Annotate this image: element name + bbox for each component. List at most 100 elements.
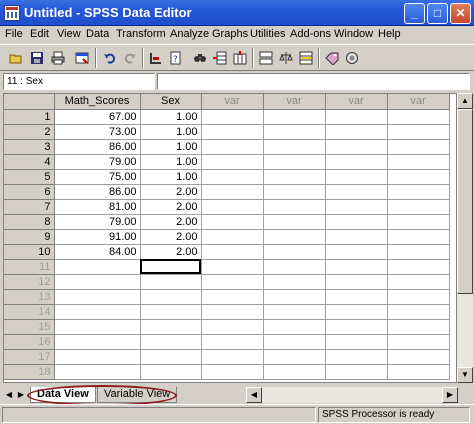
cell-empty[interactable]	[263, 139, 326, 155]
dialog-recall-button[interactable]	[72, 48, 92, 68]
cell-empty[interactable]	[263, 154, 326, 170]
goto-case-button[interactable]	[146, 48, 166, 68]
cell-empty[interactable]	[387, 274, 450, 290]
cell-math-scores[interactable]: 86.00	[54, 184, 141, 200]
column-header[interactable]: var	[201, 94, 264, 110]
cell-sex[interactable]: 1.00	[140, 154, 202, 170]
row-header[interactable]: 11	[4, 259, 55, 275]
cell-empty[interactable]	[387, 124, 450, 140]
cell-empty[interactable]	[325, 319, 388, 335]
row-header[interactable]: 16	[4, 334, 55, 350]
cell-empty[interactable]	[325, 304, 388, 320]
cell-empty[interactable]	[325, 109, 388, 125]
data-grid[interactable]: Math_Scores Sex var var var var 1 67.00 1.…	[3, 93, 457, 383]
cell-empty[interactable]	[201, 169, 264, 185]
cell-empty[interactable]	[201, 304, 264, 320]
column-header[interactable]: Sex	[140, 94, 202, 110]
cell-empty[interactable]	[201, 334, 264, 350]
cell-empty[interactable]	[201, 289, 264, 305]
column-header[interactable]: var	[263, 94, 326, 110]
row-header[interactable]: 4	[4, 154, 55, 170]
row-header[interactable]: 2	[4, 124, 55, 140]
cell-empty[interactable]	[201, 199, 264, 215]
cell-empty[interactable]	[140, 334, 202, 350]
find-button[interactable]	[190, 48, 210, 68]
cell-empty[interactable]	[325, 184, 388, 200]
row-header[interactable]: 5	[4, 169, 55, 185]
menu-utilities[interactable]: Utilities	[250, 28, 285, 40]
select-cases-button[interactable]	[296, 48, 316, 68]
row-header[interactable]: 6	[4, 184, 55, 200]
cell-empty[interactable]	[201, 154, 264, 170]
cell-empty[interactable]	[325, 139, 388, 155]
spss-app-icon[interactable]	[4, 5, 20, 21]
cell-empty[interactable]	[201, 244, 264, 260]
tab-last-icon[interactable]: ▶	[16, 388, 26, 401]
cell-empty[interactable]	[263, 304, 326, 320]
row-header[interactable]: 10	[4, 244, 55, 260]
cell-empty[interactable]	[325, 274, 388, 290]
row-header[interactable]: 9	[4, 229, 55, 245]
menu-analyze[interactable]: Analyze	[170, 28, 209, 40]
cell-empty[interactable]	[263, 124, 326, 140]
cell-empty[interactable]	[387, 259, 450, 275]
cell-empty[interactable]	[54, 289, 141, 305]
cell-math-scores[interactable]: 79.00	[54, 214, 141, 230]
row-header[interactable]: 15	[4, 319, 55, 335]
cell-empty[interactable]	[387, 304, 450, 320]
scroll-left-button[interactable]: ◀	[246, 387, 262, 403]
cell-empty[interactable]	[201, 259, 264, 275]
cell-sex[interactable]: 1.00	[140, 139, 202, 155]
menu-edit[interactable]: Edit	[30, 28, 49, 40]
scroll-thumb[interactable]	[457, 109, 473, 294]
cell-empty[interactable]	[325, 154, 388, 170]
tab-data-view[interactable]: Data View	[30, 387, 96, 403]
cell-empty[interactable]	[387, 169, 450, 185]
cell-sex[interactable]: 2.00	[140, 214, 202, 230]
cell-math-scores[interactable]: 84.00	[54, 244, 141, 260]
cell-empty[interactable]	[387, 229, 450, 245]
cell-math-scores[interactable]: 81.00	[54, 199, 141, 215]
print-button[interactable]	[48, 48, 68, 68]
cell-empty[interactable]	[54, 274, 141, 290]
corner-cell[interactable]	[4, 94, 55, 110]
row-header[interactable]: 7	[4, 199, 55, 215]
cell-math-scores[interactable]: 91.00	[54, 229, 141, 245]
cell-sex[interactable]: 1.00	[140, 169, 202, 185]
cell-empty[interactable]	[325, 349, 388, 365]
cell-empty[interactable]	[387, 109, 450, 125]
cell-empty[interactable]	[140, 319, 202, 335]
menu-data[interactable]: Data	[86, 28, 109, 40]
insert-variable-button[interactable]	[230, 48, 250, 68]
column-header[interactable]: Math_Scores	[54, 94, 141, 110]
cell-value-input[interactable]	[157, 73, 470, 90]
open-button[interactable]	[6, 48, 26, 68]
cell-math-scores[interactable]: 73.00	[54, 124, 141, 140]
row-header[interactable]: 1	[4, 109, 55, 125]
menu-window[interactable]: Window	[334, 28, 373, 40]
cell-empty[interactable]	[263, 289, 326, 305]
cell-empty[interactable]	[140, 274, 202, 290]
cell-empty[interactable]	[325, 169, 388, 185]
cell-empty[interactable]	[263, 274, 326, 290]
cell-sex[interactable]: 2.00	[140, 229, 202, 245]
row-header[interactable]: 12	[4, 274, 55, 290]
scroll-up-button[interactable]: ▲	[457, 93, 473, 109]
menu-view[interactable]: View	[57, 28, 81, 40]
column-header[interactable]: var	[325, 94, 388, 110]
cell-sex[interactable]: 2.00	[140, 244, 202, 260]
cell-sex[interactable]: 1.00	[140, 124, 202, 140]
cell-empty[interactable]	[54, 259, 141, 275]
use-sets-button[interactable]	[342, 48, 362, 68]
cell-empty[interactable]	[54, 349, 141, 365]
menu-file[interactable]: File	[5, 28, 23, 40]
insert-case-button[interactable]	[210, 48, 230, 68]
cell-empty[interactable]	[201, 274, 264, 290]
cell-empty[interactable]	[263, 199, 326, 215]
cell-empty[interactable]	[263, 244, 326, 260]
row-header[interactable]: 18	[4, 364, 55, 380]
tab-variable-view[interactable]: Variable View	[97, 387, 178, 403]
cell-empty[interactable]	[263, 349, 326, 365]
cell-empty[interactable]	[54, 319, 141, 335]
cell-empty[interactable]	[263, 229, 326, 245]
